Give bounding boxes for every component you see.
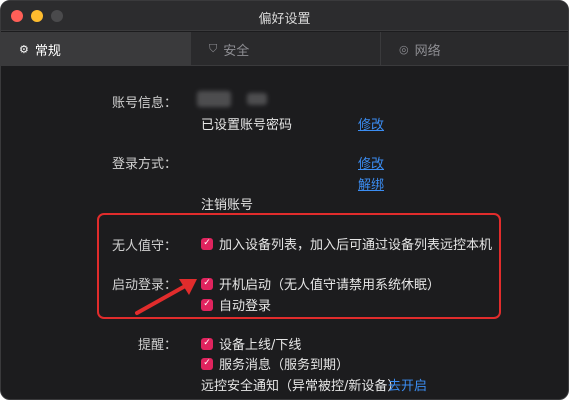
cancel-account-text[interactable]: 注销账号 xyxy=(201,194,253,213)
preferences-window: 偏好设置 ⚙ 常规 ⛉ 安全 ◎ 网络 账号信息： 已设置账号密码 修改 登录方… xyxy=(0,0,569,400)
tab-general[interactable]: ⚙ 常规 xyxy=(1,32,191,66)
tab-bar: ⚙ 常规 ⛉ 安全 ◎ 网络 xyxy=(1,32,568,66)
checkbox-checked-icon: ✓ xyxy=(201,337,213,350)
shield-icon: ⛉ xyxy=(209,42,218,55)
service-message-label: 服务消息（服务到期） xyxy=(219,358,350,373)
login-method-label: 登录方式： xyxy=(111,157,177,172)
tab-security[interactable]: ⛉ 安全 xyxy=(191,32,381,66)
reminders-label: 提醒： xyxy=(137,338,177,353)
tab-general-label: 常规 xyxy=(34,43,61,59)
tab-network[interactable]: ◎ 网络 xyxy=(381,32,568,66)
modify-login-link[interactable]: 修改 xyxy=(358,153,384,172)
tab-network-label: 网络 xyxy=(414,43,441,59)
security-notice-text: 远控安全通知（异常被控/新设备） xyxy=(201,379,401,394)
service-message-checkbox[interactable]: ✓ 服务消息（服务到期） xyxy=(201,354,349,373)
account-avatar-redacted xyxy=(197,91,231,107)
checkbox-checked-icon: ✓ xyxy=(201,357,213,370)
password-status-text: 已设置账号密码 xyxy=(201,118,293,133)
globe-icon: ◎ xyxy=(399,42,409,56)
window-title: 偏好设置 xyxy=(258,12,311,27)
enable-notice-link[interactable]: 去开启 xyxy=(388,375,427,394)
device-online-checkbox[interactable]: ✓ 设备上线/下线 xyxy=(201,334,301,353)
red-arrow-annotation xyxy=(135,279,197,315)
device-online-label: 设备上线/下线 xyxy=(219,338,302,353)
account-info-label: 账号信息： xyxy=(111,96,177,111)
unbind-link[interactable]: 解绑 xyxy=(358,174,384,193)
modify-password-link[interactable]: 修改 xyxy=(358,114,384,133)
gear-icon: ⚙ xyxy=(19,42,29,56)
tab-security-label: 安全 xyxy=(223,43,250,59)
title-bar: 偏好设置 xyxy=(1,1,568,31)
account-name-redacted xyxy=(247,93,267,105)
